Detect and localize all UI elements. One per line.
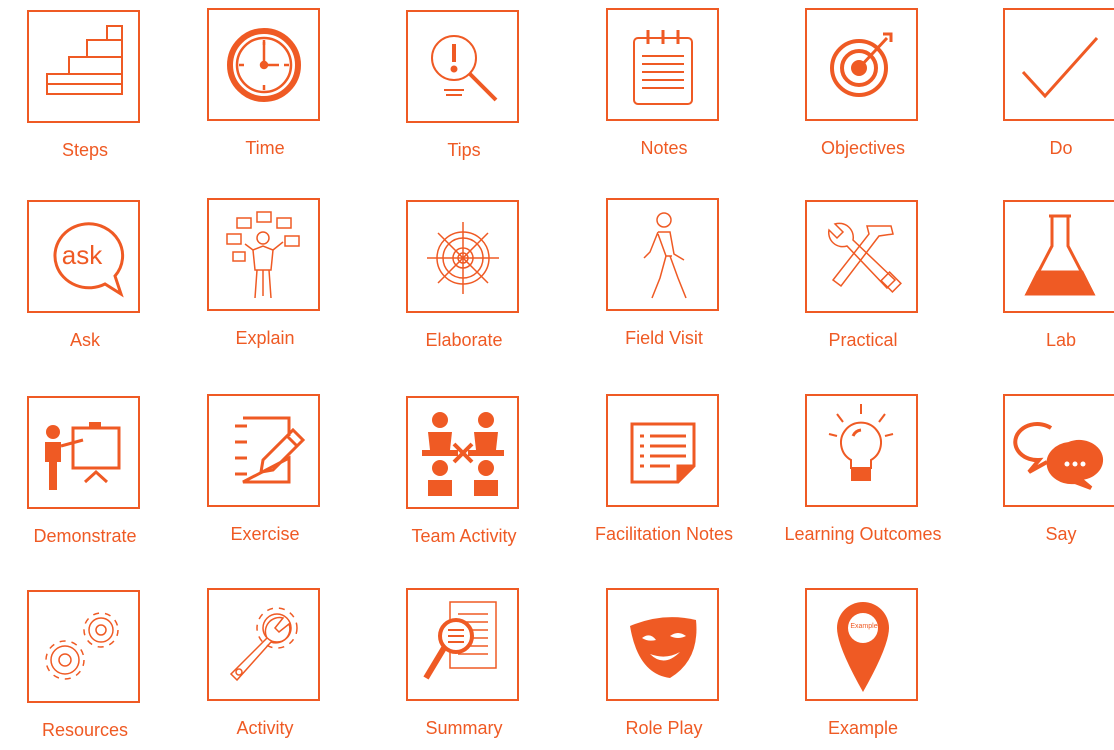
- ship-wheel-icon: [406, 200, 519, 313]
- icon-label-time: Time: [245, 138, 285, 158]
- icon-tile-exercise: Exercise: [180, 394, 350, 554]
- checkmark-icon: [1003, 8, 1114, 121]
- icon-tile-steps: Steps: [0, 10, 170, 170]
- icon-label-team-activity: Team Activity: [411, 526, 517, 546]
- icon-label-example: Example: [827, 718, 899, 738]
- presenter-board-icon: [27, 396, 140, 509]
- icon-tile-team-activity: Team Activity: [379, 396, 549, 556]
- icon-tile-example: Example Example: [778, 588, 948, 748]
- icon-tile-facilitation-notes: Facilitation Notes: [579, 394, 749, 554]
- steps-icon: [27, 10, 140, 123]
- icon-tile-role-play: Role Play: [579, 588, 749, 748]
- target-icon: [805, 8, 918, 121]
- notes-icon: [606, 8, 719, 121]
- icon-tile-demonstrate: Demonstrate: [0, 396, 170, 556]
- team-people-icon: [406, 396, 519, 509]
- icon-tile-learning-outcomes: Learning Outcomes: [778, 394, 948, 554]
- icon-tile-activity: Activity: [180, 588, 350, 748]
- icon-tile-do: Do: [976, 8, 1114, 168]
- icon-tile-time: Time: [180, 8, 350, 168]
- map-pin-label: Example: [850, 623, 878, 630]
- magnifier-document-icon: [406, 588, 519, 701]
- icon-label-field-visit: Field Visit: [625, 328, 703, 348]
- walking-person-icon: [606, 198, 719, 311]
- icon-label-objectives: Objectives: [820, 138, 906, 158]
- icon-tile-objectives: Objectives: [778, 8, 948, 168]
- icon-label-notes: Notes: [640, 138, 688, 158]
- icon-label-facilitation-notes: Facilitation Notes: [594, 524, 734, 544]
- icon-label-exercise: Exercise: [230, 524, 300, 544]
- speech-bubbles-icon: [1003, 394, 1114, 507]
- explain-person-icon: [207, 198, 320, 311]
- icon-label-practical: Practical: [828, 330, 898, 350]
- icon-tile-tips: Tips: [379, 10, 549, 170]
- icon-tile-say: Say: [976, 394, 1114, 554]
- icon-tile-explain: Explain: [180, 198, 350, 358]
- wrench-gear-icon: [207, 588, 320, 701]
- theater-mask-icon: [606, 588, 719, 701]
- icon-label-tips: Tips: [447, 140, 481, 160]
- map-pin-icon: Example: [805, 588, 918, 701]
- ask-bubble-text: ask: [62, 240, 103, 270]
- icon-tile-notes: Notes: [579, 8, 749, 168]
- icon-tile-field-visit: Field Visit: [579, 198, 749, 358]
- icon-label-elaborate: Elaborate: [425, 330, 503, 350]
- icon-tile-ask: ask Ask: [0, 200, 170, 360]
- icon-label-say: Say: [1045, 524, 1077, 544]
- icon-tile-lab: Lab: [976, 200, 1114, 360]
- icon-tile-practical: Practical: [778, 200, 948, 360]
- ask-bubble-icon: ask: [27, 200, 140, 313]
- flask-icon: [1003, 200, 1114, 313]
- icon-label-activity: Activity: [236, 718, 294, 738]
- pencil-notepad-icon: [207, 394, 320, 507]
- clock-icon: [207, 8, 320, 121]
- tips-icon: [406, 10, 519, 123]
- icon-tile-resources: Resources: [0, 590, 170, 750]
- gears-icon: [27, 590, 140, 703]
- icon-label-learning-outcomes: Learning Outcomes: [784, 524, 942, 544]
- icon-label-role-play: Role Play: [625, 718, 703, 738]
- icon-label-lab: Lab: [1045, 330, 1077, 350]
- icon-tile-summary: Summary: [379, 588, 549, 748]
- icon-tile-elaborate: Elaborate: [379, 200, 549, 360]
- icon-label-do: Do: [1049, 138, 1073, 158]
- document-list-icon: [606, 394, 719, 507]
- lightbulb-icon: [805, 394, 918, 507]
- icon-label-explain: Explain: [235, 328, 295, 348]
- icon-label-summary: Summary: [425, 718, 503, 738]
- tools-icon: [805, 200, 918, 313]
